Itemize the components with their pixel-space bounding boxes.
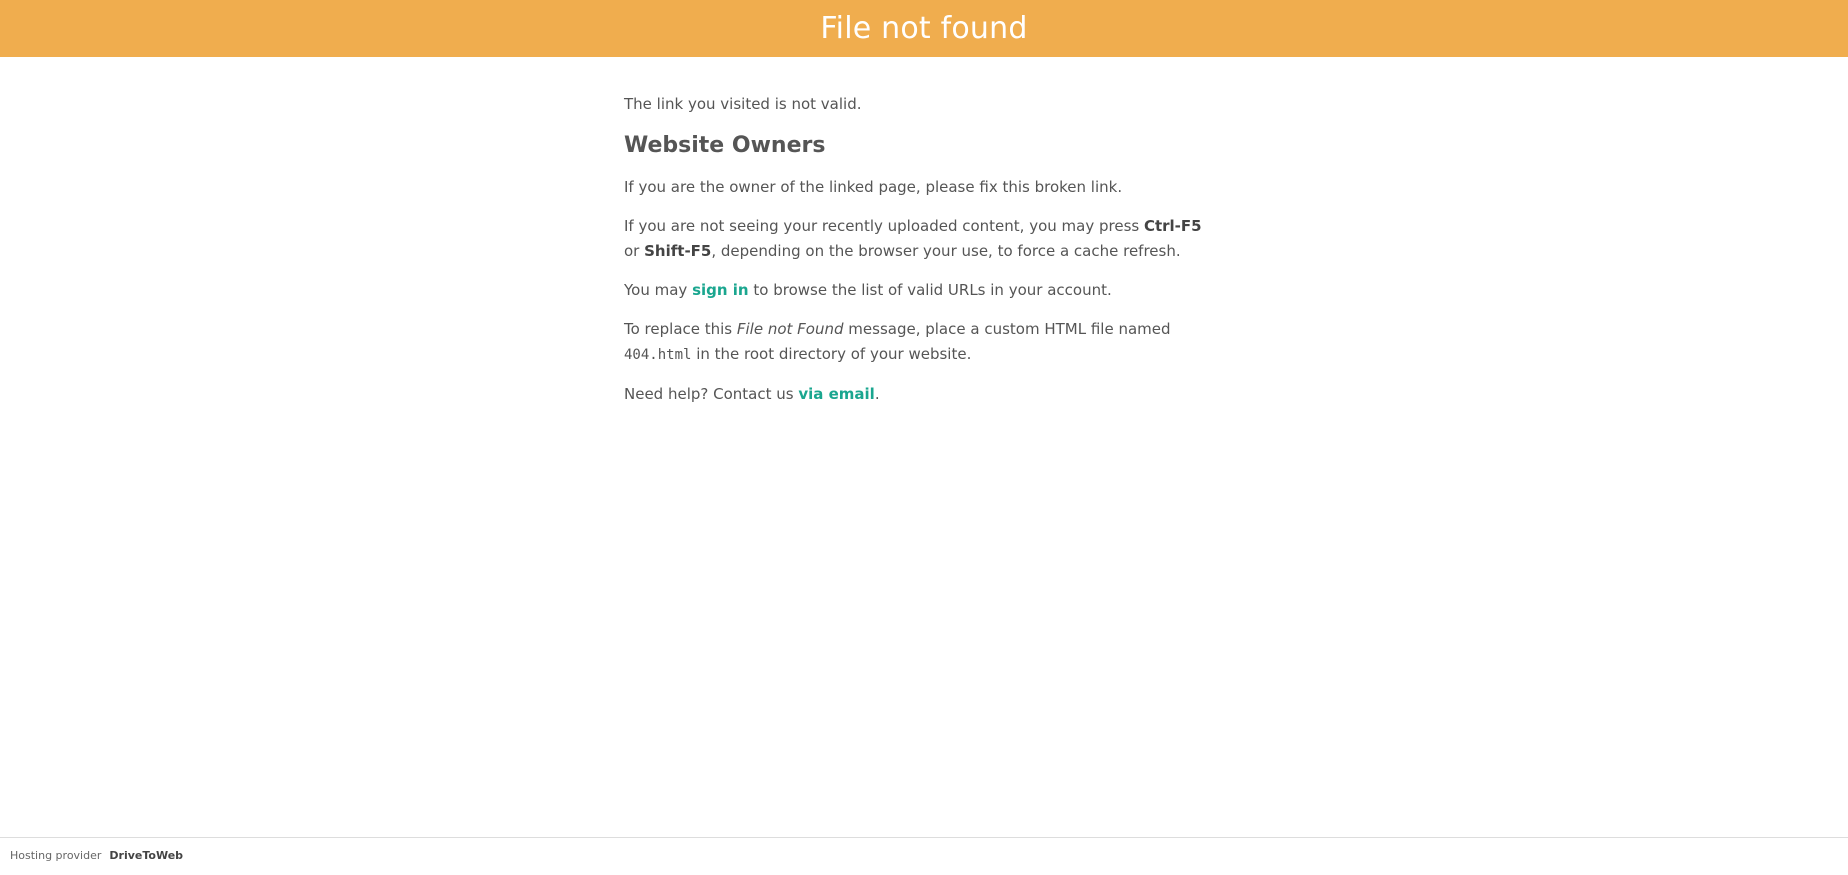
cache-text-or: or — [624, 242, 645, 260]
sign-in-link[interactable]: sign in — [692, 281, 749, 299]
section-heading: Website Owners — [624, 133, 826, 158]
owner-fix-paragraph: If you are the owner of the linked page,… — [624, 178, 1123, 196]
cache-text-after: , depending on the browser your use, to … — [711, 242, 1181, 260]
shift-f5-key: Shift-F5 — [644, 242, 712, 260]
hosting-provider-name: DriveToWeb — [109, 849, 184, 862]
filename-code: 404.html — [624, 347, 692, 363]
help-text-after: . — [874, 385, 880, 403]
ctrl-f5-key: Ctrl-F5 — [1143, 217, 1202, 235]
custom-404-paragraph: To replace this File not Found message, … — [624, 317, 1214, 368]
intro-text: The link you visited is not valid. — [624, 95, 862, 113]
custom-text-after: in the root directory of your website. — [691, 345, 972, 363]
footer-inner: Hosting provider DriveToWeb — [10, 849, 183, 862]
cache-text-before: If you are not seeing your recently uplo… — [624, 217, 1144, 235]
hosting-provider-label: Hosting provider — [10, 849, 102, 862]
custom-text-middle: message, place a custom HTML file named — [843, 320, 1171, 338]
main-content: The link you visited is not valid. Websi… — [624, 92, 1214, 421]
cache-refresh-paragraph: If you are not seeing your recently uplo… — [624, 214, 1214, 264]
sign-in-text-after: to browse the list of valid URLs in your… — [748, 281, 1112, 299]
file-not-found-italic: File not Found — [736, 320, 844, 338]
page-header: File not found — [0, 0, 1848, 57]
custom-text-before: To replace this — [624, 320, 737, 338]
help-text-before: Need help? Contact us — [624, 385, 799, 403]
sign-in-text-before: You may — [624, 281, 693, 299]
help-paragraph: Need help? Contact us via email. — [624, 382, 1214, 407]
via-email-link[interactable]: via email — [798, 385, 874, 403]
sign-in-paragraph: You may sign in to browse the list of va… — [624, 278, 1214, 303]
page-footer: Hosting provider DriveToWeb — [0, 837, 1848, 875]
page-title: File not found — [820, 11, 1028, 46]
